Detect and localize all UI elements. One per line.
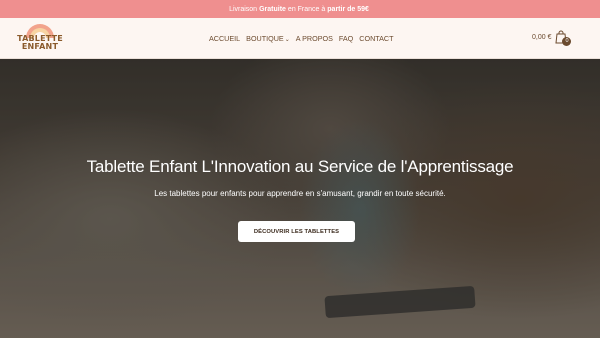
site-logo[interactable]: TABLETTE ENFANT bbox=[14, 24, 66, 54]
cart-count-badge: 0 bbox=[562, 37, 572, 46]
nav-item-contact[interactable]: CONTACT bbox=[359, 34, 393, 43]
announcement-middle: en France à bbox=[287, 5, 326, 13]
hero-title: Tablette Enfant L'Innovation au Service … bbox=[86, 157, 514, 176]
hero-banner: Tablette Enfant L'Innovation au Service … bbox=[0, 59, 600, 338]
announcement-suffix: partir de 59€ bbox=[327, 5, 369, 13]
shopping-bag-icon: 0 bbox=[555, 30, 572, 46]
nav-item-accueil[interactable]: ACCUEIL bbox=[209, 34, 240, 43]
nav-item-apropos[interactable]: A PROPOS bbox=[296, 34, 333, 43]
nav-item-faq[interactable]: FAQ bbox=[339, 34, 353, 43]
nav-item-boutique[interactable]: BOUTIQUE⌄ bbox=[246, 34, 290, 43]
hero-subtitle: Les tablettes pour enfants pour apprendr… bbox=[154, 189, 446, 198]
hero-overlay bbox=[0, 59, 600, 338]
cart-price: 0,00 € bbox=[532, 33, 552, 41]
main-nav: ACCUEIL BOUTIQUE⌄ A PROPOS FAQ CONTACT bbox=[209, 34, 393, 43]
discover-tablets-button[interactable]: DÉCOUVRIR LES TABLETTES bbox=[238, 221, 355, 242]
chevron-down-icon: ⌄ bbox=[284, 37, 290, 43]
site-header: TABLETTE ENFANT ACCUEIL BOUTIQUE⌄ A PROP… bbox=[0, 18, 600, 59]
announcement-prefix: Livraison bbox=[229, 5, 258, 13]
nav-item-boutique-label: BOUTIQUE bbox=[246, 34, 284, 43]
announcement-bold: Gratuite bbox=[259, 5, 286, 13]
logo-line2: ENFANT bbox=[21, 42, 59, 51]
announcement-bar: Livraison Gratuite en France à partir de… bbox=[0, 0, 600, 18]
cart-button[interactable]: 0,00 € 0 bbox=[532, 30, 572, 46]
